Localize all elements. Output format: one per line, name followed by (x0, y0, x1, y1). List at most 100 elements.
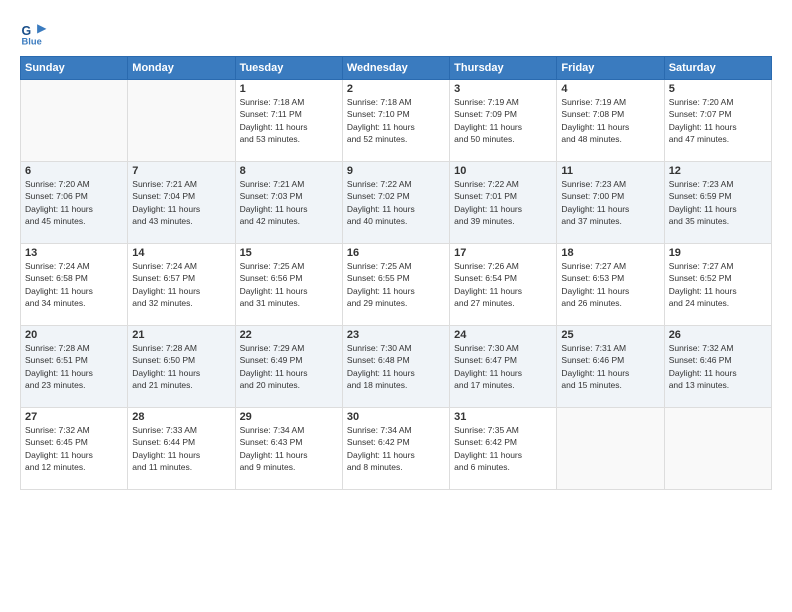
col-header-wednesday: Wednesday (342, 57, 449, 80)
calendar-cell: 16Sunrise: 7:25 AM Sunset: 6:55 PM Dayli… (342, 244, 449, 326)
svg-text:Blue: Blue (22, 36, 42, 46)
calendar-cell: 27Sunrise: 7:32 AM Sunset: 6:45 PM Dayli… (21, 408, 128, 490)
day-info: Sunrise: 7:18 AM Sunset: 7:11 PM Dayligh… (240, 96, 338, 145)
calendar-header-row: SundayMondayTuesdayWednesdayThursdayFrid… (21, 57, 772, 80)
day-info: Sunrise: 7:25 AM Sunset: 6:56 PM Dayligh… (240, 260, 338, 309)
calendar-cell: 4Sunrise: 7:19 AM Sunset: 7:08 PM Daylig… (557, 80, 664, 162)
col-header-thursday: Thursday (450, 57, 557, 80)
day-info: Sunrise: 7:25 AM Sunset: 6:55 PM Dayligh… (347, 260, 445, 309)
day-info: Sunrise: 7:19 AM Sunset: 7:09 PM Dayligh… (454, 96, 552, 145)
day-number: 25 (561, 329, 659, 341)
day-info: Sunrise: 7:19 AM Sunset: 7:08 PM Dayligh… (561, 96, 659, 145)
day-info: Sunrise: 7:28 AM Sunset: 6:51 PM Dayligh… (25, 342, 123, 391)
calendar-cell: 29Sunrise: 7:34 AM Sunset: 6:43 PM Dayli… (235, 408, 342, 490)
day-number: 24 (454, 329, 552, 341)
day-number: 13 (25, 247, 123, 259)
day-number: 15 (240, 247, 338, 259)
day-info: Sunrise: 7:30 AM Sunset: 6:48 PM Dayligh… (347, 342, 445, 391)
col-header-sunday: Sunday (21, 57, 128, 80)
page-header: G Blue (20, 18, 772, 46)
day-info: Sunrise: 7:26 AM Sunset: 6:54 PM Dayligh… (454, 260, 552, 309)
logo: G Blue (20, 18, 50, 46)
calendar-cell: 22Sunrise: 7:29 AM Sunset: 6:49 PM Dayli… (235, 326, 342, 408)
day-number: 21 (132, 329, 230, 341)
day-info: Sunrise: 7:28 AM Sunset: 6:50 PM Dayligh… (132, 342, 230, 391)
day-number: 31 (454, 411, 552, 423)
day-info: Sunrise: 7:18 AM Sunset: 7:10 PM Dayligh… (347, 96, 445, 145)
day-number: 12 (669, 165, 767, 177)
day-info: Sunrise: 7:34 AM Sunset: 6:42 PM Dayligh… (347, 424, 445, 473)
col-header-saturday: Saturday (664, 57, 771, 80)
day-number: 17 (454, 247, 552, 259)
day-number: 29 (240, 411, 338, 423)
day-info: Sunrise: 7:34 AM Sunset: 6:43 PM Dayligh… (240, 424, 338, 473)
day-number: 4 (561, 83, 659, 95)
day-info: Sunrise: 7:23 AM Sunset: 6:59 PM Dayligh… (669, 178, 767, 227)
day-number: 11 (561, 165, 659, 177)
calendar-cell: 8Sunrise: 7:21 AM Sunset: 7:03 PM Daylig… (235, 162, 342, 244)
calendar-cell: 14Sunrise: 7:24 AM Sunset: 6:57 PM Dayli… (128, 244, 235, 326)
day-info: Sunrise: 7:21 AM Sunset: 7:04 PM Dayligh… (132, 178, 230, 227)
col-header-tuesday: Tuesday (235, 57, 342, 80)
day-info: Sunrise: 7:20 AM Sunset: 7:06 PM Dayligh… (25, 178, 123, 227)
calendar-cell: 19Sunrise: 7:27 AM Sunset: 6:52 PM Dayli… (664, 244, 771, 326)
col-header-friday: Friday (557, 57, 664, 80)
calendar-cell: 7Sunrise: 7:21 AM Sunset: 7:04 PM Daylig… (128, 162, 235, 244)
day-number: 20 (25, 329, 123, 341)
calendar-cell: 13Sunrise: 7:24 AM Sunset: 6:58 PM Dayli… (21, 244, 128, 326)
calendar-cell (128, 80, 235, 162)
calendar-cell: 12Sunrise: 7:23 AM Sunset: 6:59 PM Dayli… (664, 162, 771, 244)
day-number: 18 (561, 247, 659, 259)
calendar-cell: 15Sunrise: 7:25 AM Sunset: 6:56 PM Dayli… (235, 244, 342, 326)
day-info: Sunrise: 7:24 AM Sunset: 6:57 PM Dayligh… (132, 260, 230, 309)
day-info: Sunrise: 7:33 AM Sunset: 6:44 PM Dayligh… (132, 424, 230, 473)
day-number: 5 (669, 83, 767, 95)
day-number: 10 (454, 165, 552, 177)
day-number: 6 (25, 165, 123, 177)
calendar-cell: 26Sunrise: 7:32 AM Sunset: 6:46 PM Dayli… (664, 326, 771, 408)
day-number: 1 (240, 83, 338, 95)
day-info: Sunrise: 7:29 AM Sunset: 6:49 PM Dayligh… (240, 342, 338, 391)
day-number: 7 (132, 165, 230, 177)
day-number: 16 (347, 247, 445, 259)
day-info: Sunrise: 7:35 AM Sunset: 6:42 PM Dayligh… (454, 424, 552, 473)
calendar-week-2: 6Sunrise: 7:20 AM Sunset: 7:06 PM Daylig… (21, 162, 772, 244)
calendar-cell: 6Sunrise: 7:20 AM Sunset: 7:06 PM Daylig… (21, 162, 128, 244)
calendar-week-5: 27Sunrise: 7:32 AM Sunset: 6:45 PM Dayli… (21, 408, 772, 490)
calendar-cell: 28Sunrise: 7:33 AM Sunset: 6:44 PM Dayli… (128, 408, 235, 490)
day-number: 27 (25, 411, 123, 423)
day-number: 28 (132, 411, 230, 423)
calendar-cell: 9Sunrise: 7:22 AM Sunset: 7:02 PM Daylig… (342, 162, 449, 244)
day-number: 8 (240, 165, 338, 177)
day-number: 23 (347, 329, 445, 341)
day-number: 26 (669, 329, 767, 341)
calendar-cell: 17Sunrise: 7:26 AM Sunset: 6:54 PM Dayli… (450, 244, 557, 326)
day-info: Sunrise: 7:27 AM Sunset: 6:53 PM Dayligh… (561, 260, 659, 309)
calendar-cell (557, 408, 664, 490)
day-number: 3 (454, 83, 552, 95)
calendar-cell: 21Sunrise: 7:28 AM Sunset: 6:50 PM Dayli… (128, 326, 235, 408)
day-info: Sunrise: 7:27 AM Sunset: 6:52 PM Dayligh… (669, 260, 767, 309)
calendar-cell: 30Sunrise: 7:34 AM Sunset: 6:42 PM Dayli… (342, 408, 449, 490)
day-info: Sunrise: 7:21 AM Sunset: 7:03 PM Dayligh… (240, 178, 338, 227)
calendar-cell: 3Sunrise: 7:19 AM Sunset: 7:09 PM Daylig… (450, 80, 557, 162)
calendar-cell: 24Sunrise: 7:30 AM Sunset: 6:47 PM Dayli… (450, 326, 557, 408)
day-info: Sunrise: 7:24 AM Sunset: 6:58 PM Dayligh… (25, 260, 123, 309)
calendar-cell: 10Sunrise: 7:22 AM Sunset: 7:01 PM Dayli… (450, 162, 557, 244)
day-info: Sunrise: 7:32 AM Sunset: 6:46 PM Dayligh… (669, 342, 767, 391)
calendar-cell: 23Sunrise: 7:30 AM Sunset: 6:48 PM Dayli… (342, 326, 449, 408)
day-info: Sunrise: 7:32 AM Sunset: 6:45 PM Dayligh… (25, 424, 123, 473)
day-number: 22 (240, 329, 338, 341)
day-info: Sunrise: 7:23 AM Sunset: 7:00 PM Dayligh… (561, 178, 659, 227)
calendar-cell: 20Sunrise: 7:28 AM Sunset: 6:51 PM Dayli… (21, 326, 128, 408)
day-info: Sunrise: 7:31 AM Sunset: 6:46 PM Dayligh… (561, 342, 659, 391)
day-info: Sunrise: 7:22 AM Sunset: 7:02 PM Dayligh… (347, 178, 445, 227)
calendar-cell: 2Sunrise: 7:18 AM Sunset: 7:10 PM Daylig… (342, 80, 449, 162)
day-info: Sunrise: 7:20 AM Sunset: 7:07 PM Dayligh… (669, 96, 767, 145)
day-number: 30 (347, 411, 445, 423)
day-number: 9 (347, 165, 445, 177)
calendar-week-1: 1Sunrise: 7:18 AM Sunset: 7:11 PM Daylig… (21, 80, 772, 162)
calendar-week-4: 20Sunrise: 7:28 AM Sunset: 6:51 PM Dayli… (21, 326, 772, 408)
calendar-cell: 18Sunrise: 7:27 AM Sunset: 6:53 PM Dayli… (557, 244, 664, 326)
day-info: Sunrise: 7:22 AM Sunset: 7:01 PM Dayligh… (454, 178, 552, 227)
